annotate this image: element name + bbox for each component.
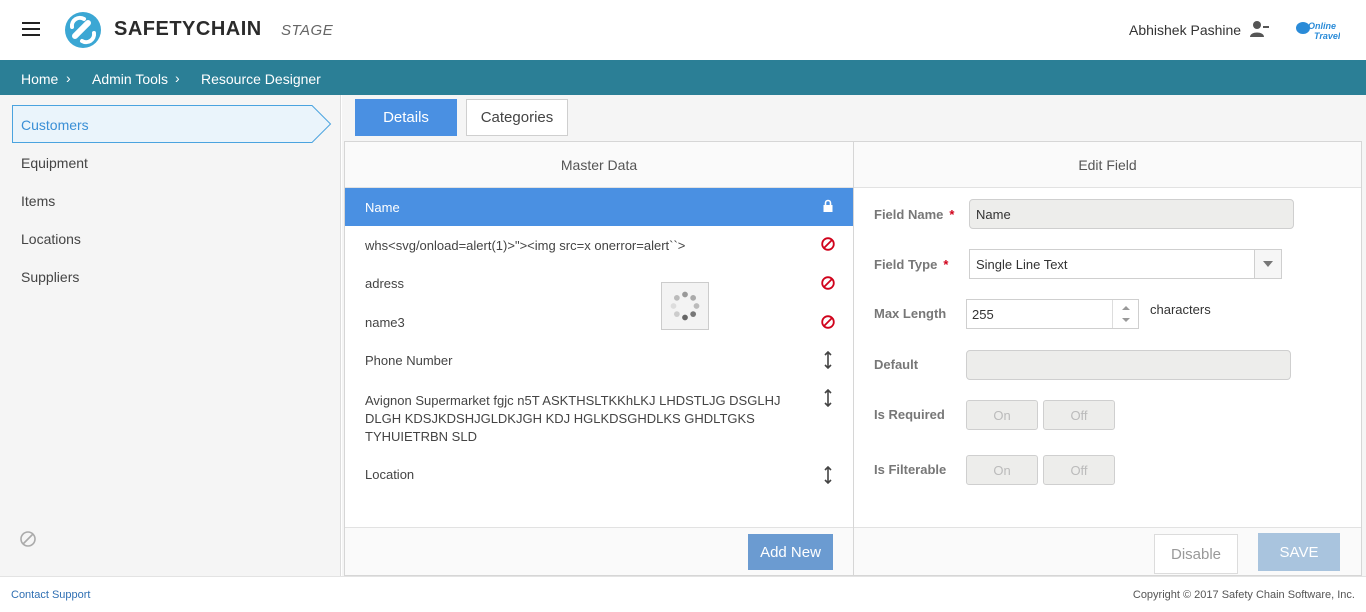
field-type-label: Field Type *	[874, 257, 949, 272]
breadcrumb-admin-tools[interactable]: Admin Tools	[92, 71, 168, 87]
chevron-right-icon: ›	[66, 70, 71, 86]
svg-text:Travel: Travel	[1314, 31, 1340, 41]
partner-logo: Online Travel	[1296, 21, 1340, 41]
page-footer: Contact Support Copyright © 2017 Safety …	[0, 576, 1366, 612]
copyright-text: Copyright © 2017 Safety Chain Software, …	[1132, 589, 1355, 601]
user-settings-icon[interactable]	[1249, 20, 1269, 38]
list-item[interactable]: name3	[345, 302, 853, 340]
is-required-off-button[interactable]: Off	[1043, 400, 1115, 430]
tab-details[interactable]: Details	[355, 99, 457, 136]
prohibited-icon[interactable]	[821, 276, 835, 290]
main-content: Details Categories Master Data Name whs<…	[342, 95, 1366, 576]
prohibited-icon[interactable]	[821, 315, 835, 329]
list-item-label: adress	[365, 276, 405, 291]
required-marker: *	[949, 207, 955, 222]
tab-categories[interactable]: Categories	[466, 99, 568, 136]
disabled-icon[interactable]	[19, 530, 37, 548]
contact-support-link[interactable]: Contact Support	[11, 589, 91, 601]
list-item[interactable]: Name	[345, 188, 853, 226]
field-name-input[interactable]: Name	[969, 199, 1294, 229]
safetychain-logo-icon	[65, 12, 101, 48]
svg-text:Online: Online	[1308, 21, 1336, 31]
reorder-icon[interactable]	[821, 351, 835, 369]
disable-button[interactable]: Disable	[1154, 534, 1238, 574]
edit-field-footer: Disable SAVE	[854, 527, 1361, 575]
field-type-select[interactable]: Single Line Text	[969, 249, 1282, 279]
active-arrow-icon	[300, 105, 332, 143]
sidebar-item-equipment[interactable]: Equipment	[21, 155, 88, 171]
default-input[interactable]	[966, 350, 1291, 380]
is-required-on-button[interactable]: On	[966, 400, 1038, 430]
sidebar-item-suppliers[interactable]: Suppliers	[21, 269, 79, 285]
edit-field-title: Edit Field	[854, 142, 1361, 188]
prohibited-icon[interactable]	[821, 237, 835, 251]
is-filterable-label: Is Filterable	[874, 462, 947, 477]
list-item-label: Avignon Supermarket fgjc n5T ASKTHSLTKKh…	[365, 393, 781, 444]
field-name-label: Field Name *	[874, 207, 955, 222]
list-item-label: name3	[365, 315, 405, 330]
breadcrumb-resource-designer: Resource Designer	[201, 71, 321, 87]
list-item[interactable]: Location	[345, 454, 853, 492]
master-data-title: Master Data	[345, 142, 853, 188]
is-filterable-off-button[interactable]: Off	[1043, 455, 1115, 485]
list-item[interactable]: whs<svg/onload=alert(1)>"><img src=x one…	[345, 226, 853, 264]
list-item-label: whs<svg/onload=alert(1)>"><img src=x one…	[365, 238, 686, 253]
sidebar: Customers Equipment Items Locations Supp…	[0, 95, 341, 576]
sidebar-item-locations[interactable]: Locations	[21, 231, 81, 247]
menu-icon[interactable]	[22, 22, 42, 38]
is-filterable-on-button[interactable]: On	[966, 455, 1038, 485]
sidebar-item-label: Customers	[21, 117, 89, 133]
list-item[interactable]: Phone Number	[345, 340, 853, 378]
reorder-icon[interactable]	[821, 389, 835, 407]
list-item-label: Phone Number	[365, 353, 453, 368]
max-length-unit: characters	[1150, 302, 1211, 317]
list-item[interactable]: adress	[345, 264, 853, 302]
is-required-label: Is Required	[874, 407, 945, 422]
user-name[interactable]: Abhishek Pashine	[1129, 22, 1241, 38]
list-item-label: Location	[365, 467, 415, 482]
environment-label: STAGE	[281, 22, 334, 39]
breadcrumb-home[interactable]: Home	[21, 71, 58, 87]
add-new-button[interactable]: Add New	[748, 534, 833, 570]
sidebar-item-items[interactable]: Items	[21, 193, 55, 209]
edit-field-panel: Edit Field Field Name * Name Field Type * …	[853, 141, 1362, 576]
chevron-right-icon: ›	[175, 70, 180, 86]
master-data-panel: Master Data Name whs<svg/onload=alert(1)…	[344, 141, 854, 576]
stepper-buttons[interactable]	[1112, 300, 1138, 328]
lock-icon	[823, 199, 833, 212]
chevron-down-icon[interactable]	[1254, 250, 1281, 278]
save-button[interactable]: SAVE	[1258, 533, 1340, 571]
list-item-label: Name	[365, 200, 400, 215]
field-type-value: Single Line Text	[976, 256, 1068, 272]
max-length-stepper[interactable]: 255	[966, 299, 1139, 329]
list-item[interactable]: Avignon Supermarket fgjc n5T ASKTHSLTKKh…	[345, 378, 853, 444]
reorder-icon[interactable]	[821, 466, 835, 484]
app-header: SAFETYCHAIN STAGE Abhishek Pashine Onlin…	[0, 0, 1366, 60]
max-length-label: Max Length	[874, 306, 947, 321]
loading-spinner-icon	[661, 282, 709, 330]
default-label: Default	[874, 357, 919, 372]
max-length-value: 255	[972, 306, 994, 322]
breadcrumb: Home › Admin Tools › Resource Designer	[0, 60, 1366, 95]
required-marker: *	[943, 257, 949, 272]
master-data-footer: Add New	[345, 527, 853, 575]
brand-name: SAFETYCHAIN	[114, 18, 262, 40]
